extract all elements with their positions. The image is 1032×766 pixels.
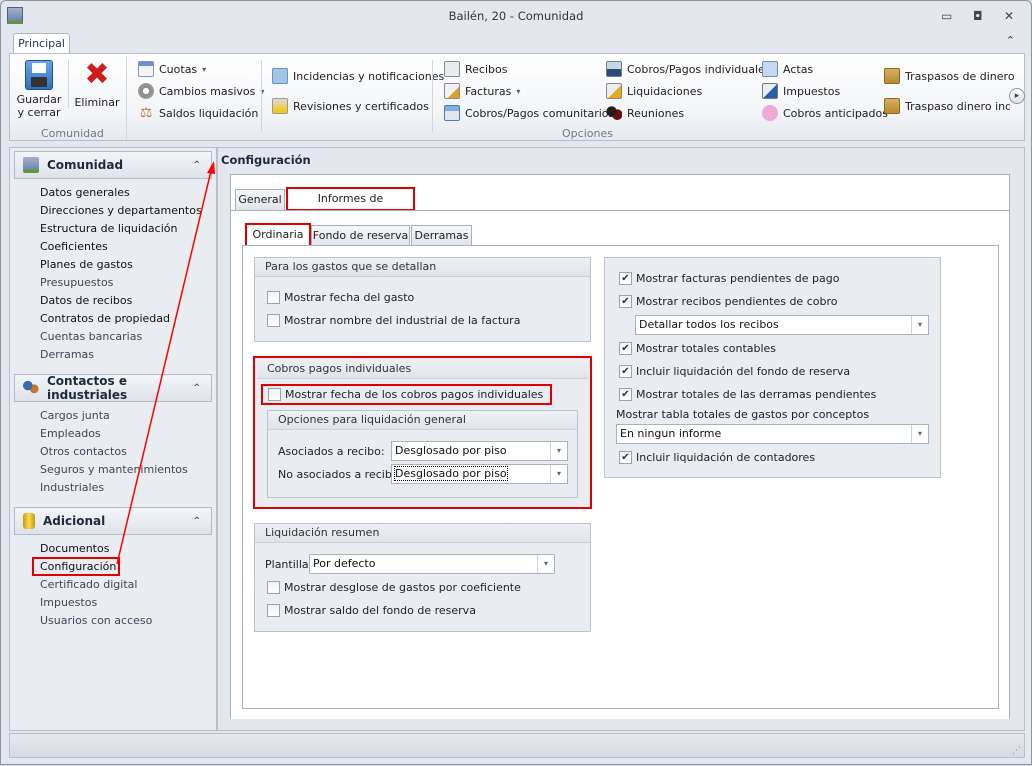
app-window: Bailén, 20 - Comunidad ▭ ◘ ✕ Principal ⌃…: [0, 0, 1032, 765]
annotation-arrow: [116, 161, 215, 565]
arrow-line: [116, 170, 212, 565]
arrow-head: [207, 161, 215, 174]
